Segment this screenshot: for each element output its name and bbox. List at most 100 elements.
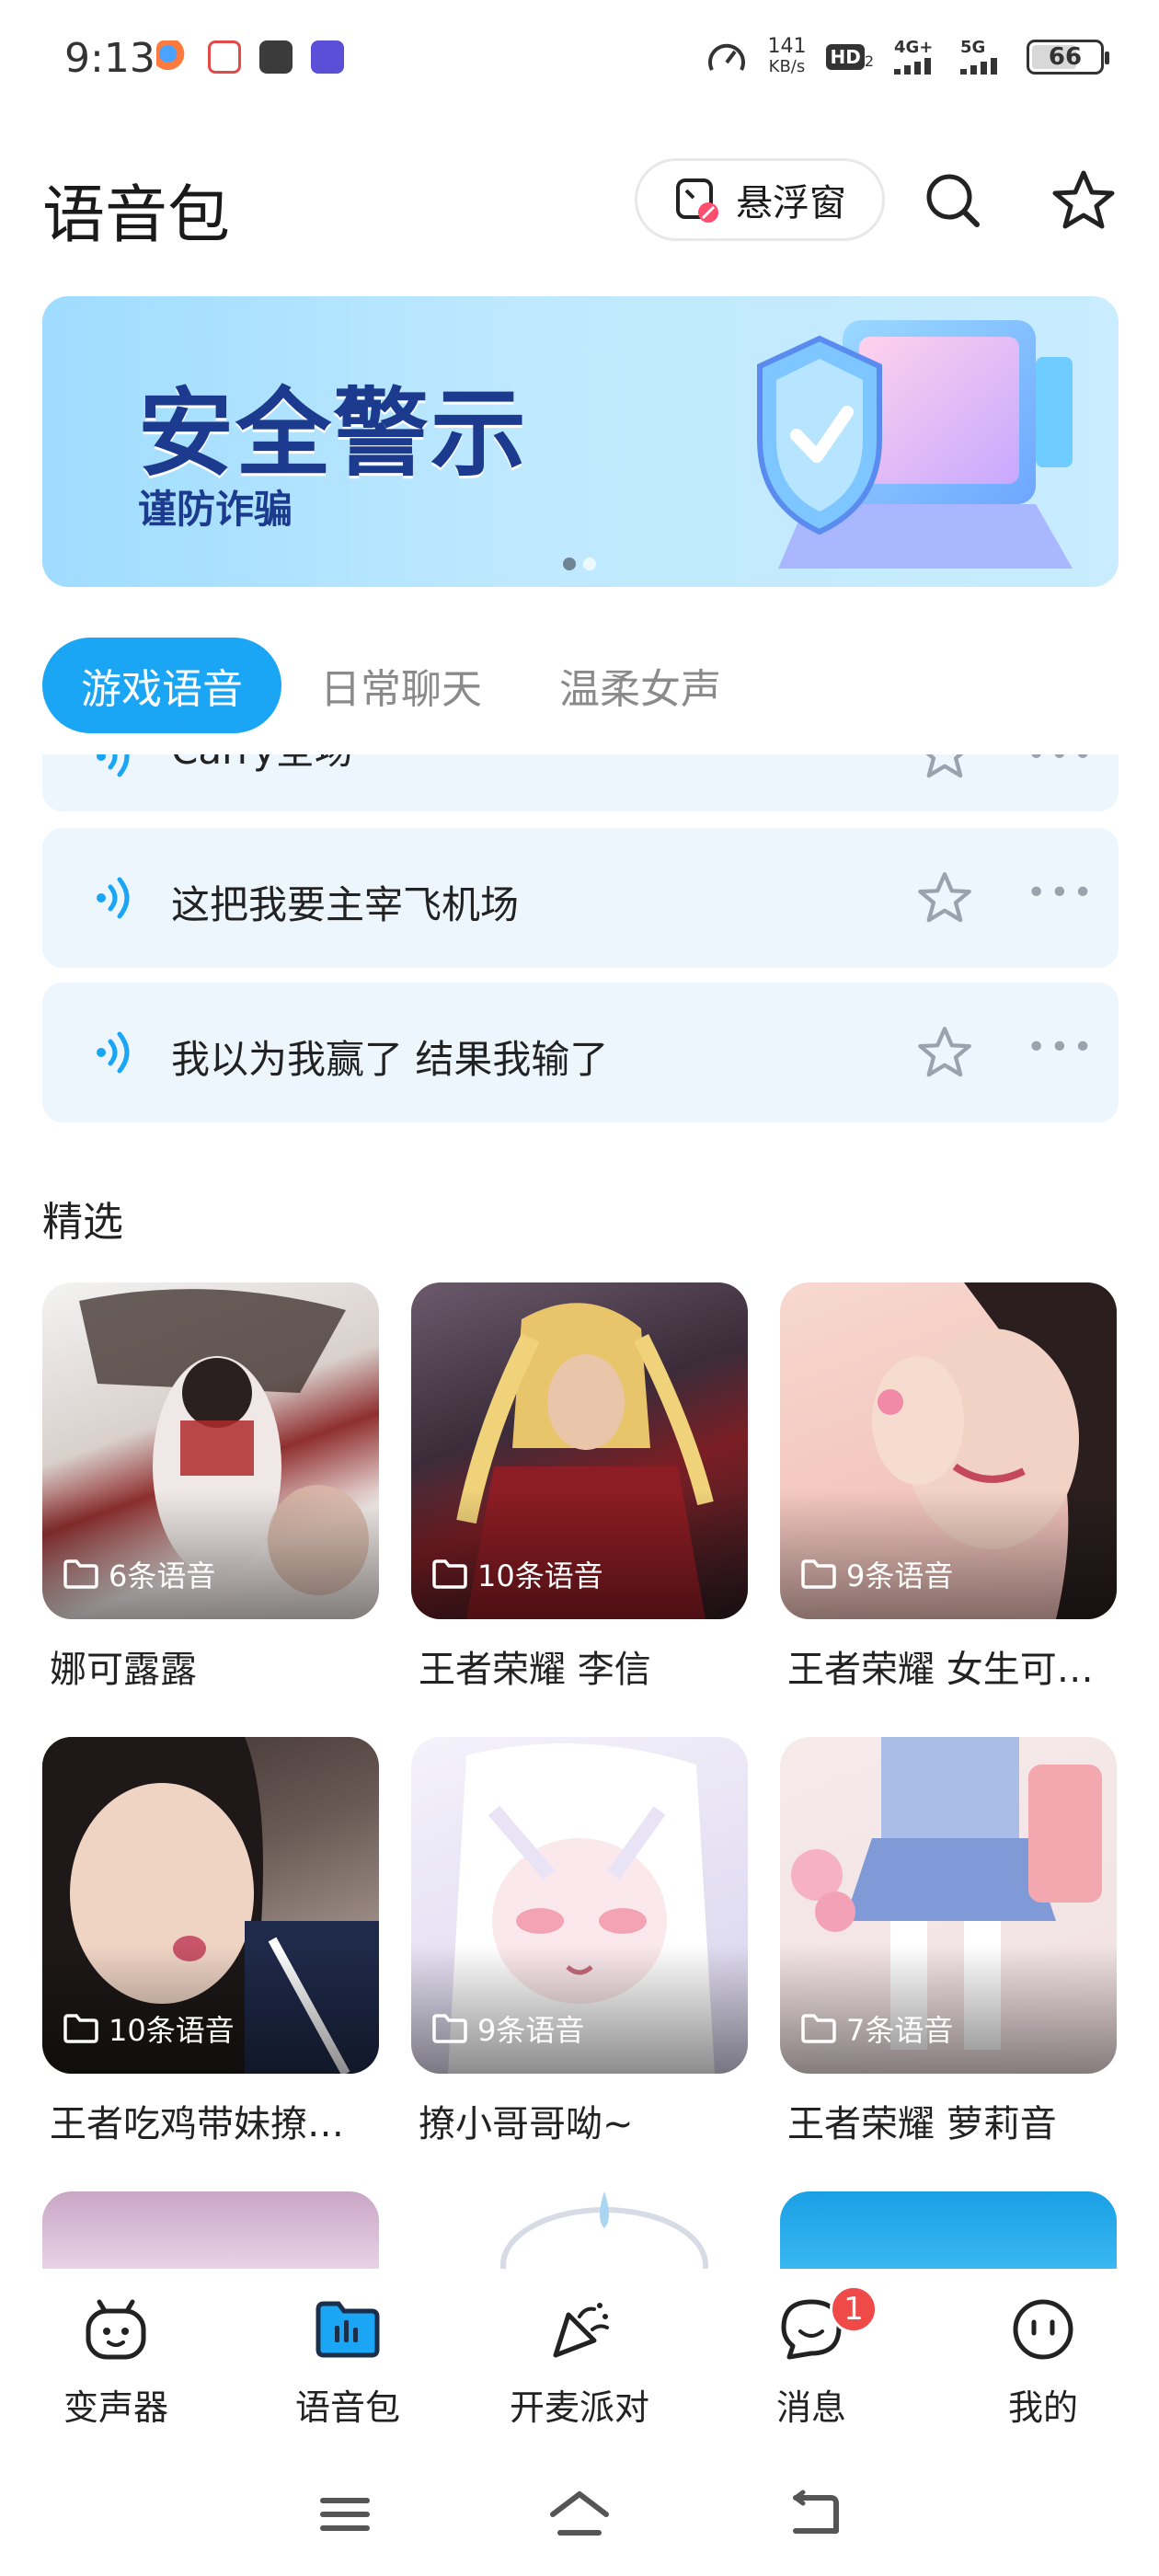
voice-count-label: 10条语音: [477, 1558, 603, 1593]
status-time: 9:13: [64, 35, 155, 82]
voice-list-item[interactable]: 这把我要主宰飞机场 •••: [42, 828, 1119, 968]
voice-list-item[interactable]: 我以为我赢了 结果我输了 •••: [42, 983, 1119, 1122]
status-bar: 9:13 141 KB/s HD 2 4G+ 5G 66: [0, 0, 1159, 120]
banner-subtitle: 谨防诈骗: [138, 487, 293, 532]
back-icon[interactable]: [786, 2489, 842, 2540]
voice-title: 我以为我赢了 结果我输了: [171, 1037, 609, 1082]
card-title: 娜可露露: [50, 1649, 197, 1691]
tab-daily-chat[interactable]: 日常聊天: [281, 638, 521, 733]
star-icon[interactable]: [916, 869, 973, 926]
system-navigation: [0, 2453, 1159, 2576]
voice-title: Carry全场: [171, 754, 353, 776]
folder-icon: [63, 1559, 98, 1589]
voice-list-item[interactable]: Carry全场 •••: [42, 754, 1119, 811]
star-icon[interactable]: [916, 754, 973, 782]
nav-label: 语音包: [294, 2387, 400, 2428]
voice-pack-card-partial[interactable]: [411, 2191, 748, 2269]
star-icon: [1052, 170, 1115, 229]
card-title: 王者荣耀 李信: [419, 1649, 651, 1691]
nav-voice-changer[interactable]: 变声器: [0, 2269, 232, 2453]
nav-messages[interactable]: 1 消息: [695, 2269, 927, 2453]
net-speed-unit: KB/s: [768, 57, 806, 76]
menu-icon[interactable]: [317, 2491, 373, 2537]
voice-pack-card[interactable]: 9条语音 王者荣耀 女生可…: [780, 1282, 1117, 1693]
folder-icon: [801, 2014, 836, 2043]
voice-title: 这把我要主宰飞机场: [171, 882, 520, 927]
app-notification-icon: [156, 40, 189, 74]
voice-pack-card[interactable]: 6条语音 娜可露露: [42, 1282, 379, 1693]
voice-pack-card-partial[interactable]: [42, 2191, 379, 2269]
robot-face-icon: [79, 2293, 153, 2366]
nav-label: 我的: [1007, 2387, 1078, 2428]
search-button[interactable]: [916, 164, 990, 237]
card-thumbnail: 9条语音: [780, 1282, 1117, 1619]
folder-icon: [432, 2014, 467, 2043]
card-title: 王者荣耀 女生可…: [787, 1649, 1094, 1691]
battery-indicator: 66: [1027, 40, 1109, 75]
more-icon[interactable]: •••: [1027, 874, 1096, 912]
nav-label: 变声器: [63, 2387, 168, 2428]
signal-5g: 5G: [960, 40, 1006, 75]
favorites-button[interactable]: [1047, 164, 1120, 237]
pagination-dot: [563, 558, 576, 570]
voice-count-label: 6条语音: [109, 1558, 216, 1593]
nav-label: 消息: [775, 2387, 846, 2428]
voice-pack-card[interactable]: 9条语音 撩小哥哥呦~: [411, 1737, 748, 2147]
app-notification-icon: [208, 40, 241, 74]
sound-wave-icon: [97, 877, 130, 919]
net-speed: 141 KB/s: [767, 37, 806, 77]
voice-count: 10条语音: [63, 2007, 235, 2050]
promo-banner[interactable]: 安全警示 谨防诈骗: [42, 296, 1119, 587]
card-thumbnail: 10条语音: [42, 1737, 379, 2074]
message-notification-icon: [259, 40, 293, 74]
status-right: 141 KB/s HD 2 4G+ 5G 66: [706, 37, 1109, 77]
banner-title: 安全警示: [138, 377, 529, 489]
search-icon: [926, 174, 980, 227]
voice-pack-card-partial[interactable]: [780, 2191, 1117, 2269]
home-icon[interactable]: [547, 2489, 612, 2540]
more-icon[interactable]: •••: [1027, 1029, 1096, 1066]
card-thumbnail: 7条语音: [780, 1737, 1117, 2074]
star-icon[interactable]: [916, 1024, 973, 1081]
hd-indicator: HD 2: [826, 44, 874, 70]
signal-bars-icon: [960, 58, 997, 75]
tab-gentle-female[interactable]: 温柔女声: [521, 638, 760, 733]
battery-level: 66: [1048, 43, 1083, 71]
banner-pagination: [563, 558, 596, 570]
float-window-icon: [676, 178, 718, 223]
float-window-button[interactable]: 悬浮窗: [635, 158, 885, 241]
more-icon[interactable]: •••: [1027, 754, 1096, 774]
card-thumbnail: 10条语音: [411, 1282, 748, 1619]
hd-label: HD: [826, 44, 865, 70]
smile-face-icon: [1006, 2293, 1080, 2366]
nav-profile[interactable]: 我的: [927, 2269, 1159, 2453]
hd-sub: 2: [864, 52, 874, 70]
voice-pack-card[interactable]: 7条语音 王者荣耀 萝莉音: [780, 1737, 1117, 2147]
voice-count: 9条语音: [800, 1553, 953, 1595]
sound-wave-icon: [97, 1031, 130, 1074]
voice-count-label: 7条语音: [846, 2013, 954, 2048]
signal-bars-icon: [894, 58, 931, 75]
voice-pack-card[interactable]: 10条语音 王者荣耀 李信: [411, 1282, 748, 1693]
voice-count: 9条语音: [431, 2007, 584, 2050]
card-thumbnail: 6条语音: [42, 1282, 379, 1619]
signal-4g-label: 4G+: [894, 38, 934, 57]
nav-mic-party[interactable]: 开麦派对: [464, 2269, 695, 2453]
sound-wave-icon: [97, 754, 130, 777]
security-laptop-illustration: [757, 320, 1073, 569]
voice-pack-card[interactable]: 10条语音 王者吃鸡带妹撩…: [42, 1737, 379, 2147]
page-title: 语音包: [42, 179, 231, 252]
signal-5g-label: 5G: [960, 38, 986, 57]
bottom-navigation: 变声器 语音包 开麦派对 1 消息 我的: [0, 2269, 1159, 2453]
tab-game-voice[interactable]: 游戏语音: [42, 638, 281, 733]
net-speed-value: 141: [767, 35, 807, 58]
speed-gauge-icon: [708, 43, 746, 71]
nav-voice-pack[interactable]: 语音包: [232, 2269, 464, 2453]
card-title: 王者吃鸡带妹撩…: [50, 2103, 344, 2145]
party-popper-icon: [543, 2293, 616, 2366]
nav-label: 开麦派对: [509, 2387, 649, 2428]
card-title: 撩小哥哥呦~: [419, 2103, 634, 2145]
voice-count: 10条语音: [431, 1553, 603, 1595]
featured-section-title: 精选: [42, 1199, 123, 1246]
voice-count-label: 10条语音: [109, 2013, 235, 2048]
